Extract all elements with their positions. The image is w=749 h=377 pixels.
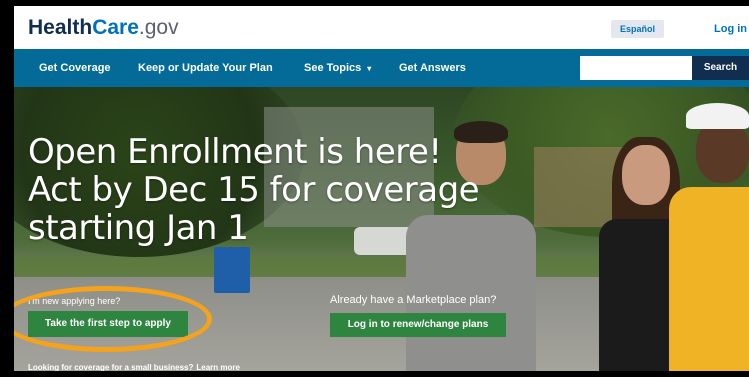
- search-button[interactable]: Search: [692, 56, 749, 80]
- logo-text-care: Care: [92, 16, 139, 39]
- logo-text-gov: .gov: [138, 16, 179, 39]
- hero-photo-person: [622, 145, 670, 205]
- hero-headline-line: Open Enrollment is here!: [28, 132, 442, 172]
- hero-photo-house: [534, 147, 624, 227]
- nav-item-get-coverage[interactable]: Get Coverage: [39, 49, 111, 87]
- existing-plan-label: Already have a Marketplace plan?: [330, 294, 497, 306]
- hero-headline: Open Enrollment is here! Act by Dec 15 f…: [28, 133, 488, 247]
- nav-item-keep-or-update-plan[interactable]: Keep or Update Your Plan: [138, 49, 273, 87]
- hero-photo-trash-bin: [214, 247, 250, 293]
- hero-photo-person: [669, 187, 749, 371]
- small-business-notice: Looking for coverage for a small busines…: [28, 363, 240, 371]
- small-business-text: Looking for coverage for a small busines…: [28, 363, 194, 371]
- hero-banner: Open Enrollment is here! Act by Dec 15 f…: [14, 87, 749, 371]
- espanol-language-button[interactable]: Español: [611, 20, 665, 38]
- hero-headline-line: Act by Dec 15 for coverage: [28, 170, 480, 210]
- log-in-link[interactable]: Log in: [714, 21, 747, 37]
- nav-item-see-topics[interactable]: See Topics ▾: [304, 49, 371, 87]
- site-header: HealthCare.gov Español Log in: [14, 6, 749, 49]
- nav-item-get-answers[interactable]: Get Answers: [399, 49, 466, 87]
- browser-viewport: HealthCare.gov Español Log in Get Covera…: [14, 6, 749, 371]
- nav-item-see-topics-label: See Topics: [304, 62, 362, 74]
- screenshot-frame: HealthCare.gov Español Log in Get Covera…: [0, 0, 749, 377]
- search-input[interactable]: [580, 56, 692, 80]
- hero-headline-line: starting Jan 1: [28, 208, 249, 248]
- learn-more-link[interactable]: Learn more: [196, 363, 240, 371]
- chevron-down-icon: ▾: [367, 64, 372, 73]
- log-in-renew-change-plans-button[interactable]: Log in to renew/change plans: [330, 313, 506, 337]
- hero-photo-person: [686, 103, 749, 129]
- healthcare-gov-logo[interactable]: HealthCare.gov: [28, 16, 179, 40]
- main-navigation: Get Coverage Keep or Update Your Plan Se…: [14, 49, 749, 87]
- logo-text-health: Health: [28, 16, 93, 39]
